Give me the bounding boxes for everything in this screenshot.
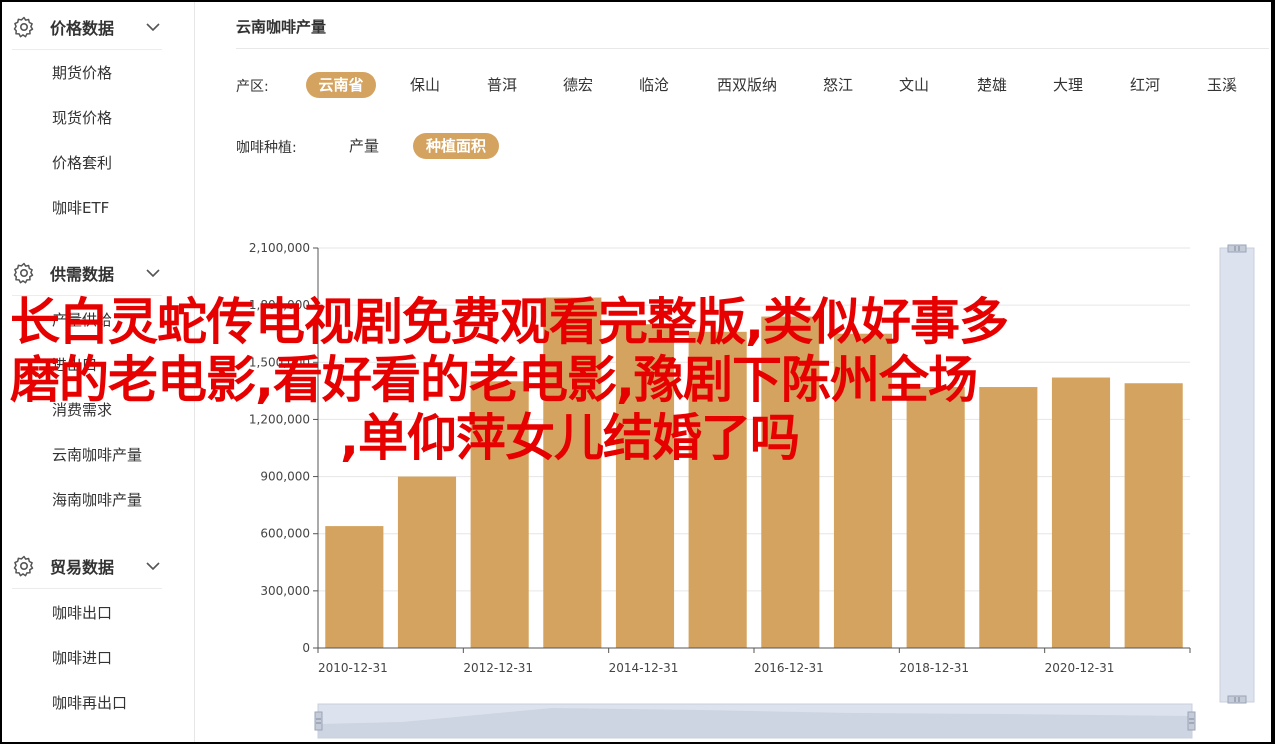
bar-2019-12-31[interactable] <box>979 387 1038 648</box>
overlay-text-line-2: 磨的老电影,看好看的老电影,豫剧下陈州全场 <box>10 351 978 409</box>
y-zoom-slider[interactable] <box>1219 244 1255 704</box>
bar-2020-12-31[interactable] <box>1051 377 1111 648</box>
y-tick-label: 900,000 <box>260 470 310 484</box>
x-zoom-slider[interactable] <box>314 703 1196 739</box>
overlay-text-line-1: 长白灵蛇传电视剧免费观看完整版,类似好事多 <box>10 293 1009 351</box>
slider-handle-left[interactable] <box>314 711 323 731</box>
y-tick-label: 0 <box>302 641 310 655</box>
slider-handle-right[interactable] <box>1187 711 1196 731</box>
bar-2021-12-31[interactable] <box>1124 383 1183 648</box>
app-frame: 价格数据 期货价格 现货价格 价格套利 咖啡ETF 供需数据 产量供给 进出口 … <box>2 2 1271 742</box>
slider-handle-bottom[interactable] <box>1227 695 1247 704</box>
bar-2018-12-31[interactable] <box>906 387 965 648</box>
y-tick-label: 600,000 <box>260 527 310 541</box>
y-tick-label: 1,200,000 <box>249 412 310 426</box>
x-tick-label: 2016-12-31 <box>754 661 824 675</box>
y-tick-label: 300,000 <box>260 584 310 598</box>
overlay-text-line-3: ,单仰萍女儿结婚了吗 <box>340 409 800 467</box>
bar-2010-12-31[interactable] <box>325 526 384 648</box>
slider-handle-top[interactable] <box>1227 244 1247 253</box>
x-tick-label: 2010-12-31 <box>318 661 388 675</box>
y-tick-label: 2,100,000 <box>249 241 310 255</box>
x-tick-label: 2014-12-31 <box>609 661 679 675</box>
x-tick-label: 2018-12-31 <box>899 661 969 675</box>
bar-2011-12-31[interactable] <box>397 476 457 648</box>
x-tick-label: 2012-12-31 <box>463 661 533 675</box>
x-tick-label: 2020-12-31 <box>1045 661 1115 675</box>
